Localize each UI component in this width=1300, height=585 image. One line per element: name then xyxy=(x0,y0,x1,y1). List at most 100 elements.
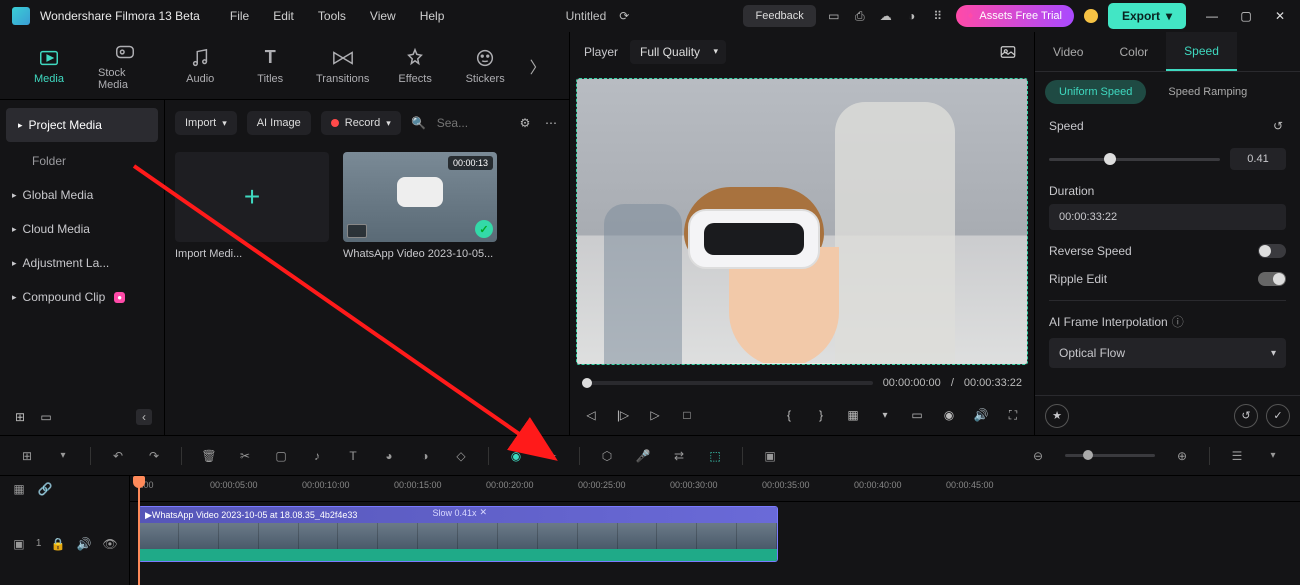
ai-icon[interactable]: ◉ xyxy=(507,447,525,465)
keyframe-icon[interactable]: ◇ xyxy=(452,447,470,465)
tl-chevron-icon[interactable]: ▾ xyxy=(54,447,72,465)
sidebar-project-media[interactable]: ▸ Project Media xyxy=(6,108,158,142)
tl-menu-icon[interactable]: ⊞ xyxy=(18,447,36,465)
headphone-icon[interactable]: ◑ xyxy=(904,8,920,24)
enhance-icon[interactable]: ✦ xyxy=(543,447,561,465)
display-icon[interactable]: ▭ xyxy=(908,406,926,424)
reset-button[interactable]: ↺ xyxy=(1234,404,1258,428)
ripple-toggle[interactable] xyxy=(1258,272,1286,286)
mic-icon[interactable]: 🎤 xyxy=(634,447,652,465)
coin-icon[interactable] xyxy=(1084,9,1098,23)
history-icon[interactable]: ⟳ xyxy=(616,8,632,24)
video-track-icon[interactable]: ▣ xyxy=(10,535,28,553)
import-media-card[interactable]: + Import Medi... xyxy=(175,152,329,260)
import-button[interactable]: Import ▾ xyxy=(175,111,237,135)
camera-icon[interactable]: ◉ xyxy=(940,406,958,424)
new-folder-icon[interactable]: ⊞ xyxy=(12,409,28,425)
more-icon[interactable]: ⋯ xyxy=(543,115,559,131)
color-icon[interactable]: ◑ xyxy=(416,447,434,465)
music-icon[interactable]: ♪ xyxy=(308,447,326,465)
volume-icon[interactable]: 🔊 xyxy=(972,406,990,424)
reverse-toggle[interactable] xyxy=(1258,244,1286,258)
speed-slider[interactable] xyxy=(1049,158,1220,161)
eye-icon[interactable]: 👁 xyxy=(101,535,119,553)
collapse-icon[interactable]: ‹ xyxy=(136,409,152,425)
preview-viewport[interactable] xyxy=(576,78,1028,365)
export-button[interactable]: Export ▾ xyxy=(1108,3,1186,29)
menu-tools[interactable]: Tools xyxy=(308,5,356,27)
tab-media[interactable]: Media xyxy=(20,43,78,89)
tab-audio[interactable]: Audio xyxy=(171,43,229,89)
close-button[interactable]: ✕ xyxy=(1272,8,1288,24)
video-media-card[interactable]: 00:00:13 ✓ WhatsApp Video 2023-10-05... xyxy=(343,152,497,260)
tab-stock[interactable]: Stock Media xyxy=(90,37,159,95)
tab-transitions[interactable]: Transitions xyxy=(311,43,374,89)
fullscreen-icon[interactable]: ⛶ xyxy=(1004,406,1022,424)
zoom-slider[interactable] xyxy=(1065,454,1155,457)
cloud-icon[interactable]: ☁ xyxy=(878,8,894,24)
play-icon[interactable]: ▷ xyxy=(646,406,664,424)
search-icon[interactable]: 🔍 xyxy=(411,115,427,131)
help-icon[interactable]: ⓘ xyxy=(1172,313,1184,330)
ok-button[interactable]: ✓ xyxy=(1266,404,1290,428)
tab-titles[interactable]: T Titles xyxy=(241,43,299,89)
text-icon[interactable]: T xyxy=(344,447,362,465)
split-icon[interactable]: ✂ xyxy=(236,447,254,465)
ratio-icon[interactable]: ▦ xyxy=(844,406,862,424)
redo-icon[interactable]: ↷ xyxy=(145,447,163,465)
save-preset-button[interactable]: ★ xyxy=(1045,404,1069,428)
subtab-ramping[interactable]: Speed Ramping xyxy=(1154,80,1261,104)
tab-stickers[interactable]: Stickers xyxy=(456,43,514,89)
delete-icon[interactable]: 🗑 xyxy=(200,447,218,465)
menu-edit[interactable]: Edit xyxy=(263,5,304,27)
device-icon[interactable]: ▭ xyxy=(826,8,842,24)
crop-icon[interactable]: ▢ xyxy=(272,447,290,465)
zoom-in-icon[interactable]: ⊕ xyxy=(1173,447,1191,465)
mark-in-icon[interactable]: { xyxy=(780,406,798,424)
duration-value[interactable]: 00:00:33:22 xyxy=(1049,204,1286,230)
chevron-down-icon[interactable]: ▾ xyxy=(876,406,894,424)
mute-icon[interactable]: 🔊 xyxy=(75,535,93,553)
rp-tab-video[interactable]: Video xyxy=(1035,32,1101,71)
sidebar-compound[interactable]: ▸Compound Clip● xyxy=(0,280,164,314)
lock-icon[interactable]: 🔒 xyxy=(49,535,67,553)
rp-tab-color[interactable]: Color xyxy=(1101,32,1166,71)
link-track-icon[interactable]: 🔗 xyxy=(36,480,54,498)
list-icon[interactable]: ☰ xyxy=(1228,447,1246,465)
menu-help[interactable]: Help xyxy=(410,5,455,27)
playhead[interactable] xyxy=(138,476,140,585)
render-icon[interactable]: ▣ xyxy=(761,447,779,465)
save-icon[interactable]: ⎙ xyxy=(852,8,868,24)
step-back-icon[interactable]: |▷ xyxy=(614,406,632,424)
marker-icon[interactable]: ⬡ xyxy=(598,447,616,465)
snapshot-icon[interactable] xyxy=(996,40,1020,64)
tabs-more-button[interactable]: 〉 xyxy=(526,53,549,79)
zoom-out-icon[interactable]: ⊖ xyxy=(1029,447,1047,465)
prev-icon[interactable]: ◁ xyxy=(582,406,600,424)
track-icon[interactable]: ▦ xyxy=(10,480,28,498)
speed-icon[interactable]: ◕ xyxy=(380,447,398,465)
subtab-uniform[interactable]: Uniform Speed xyxy=(1045,80,1146,104)
tl-chevron2-icon[interactable]: ▾ xyxy=(1264,447,1282,465)
folder-icon[interactable]: ▭ xyxy=(38,409,54,425)
assets-trial-button[interactable]: ♦ Assets Free Trial xyxy=(956,5,1074,27)
quality-dropdown[interactable]: Full Quality ▾ xyxy=(630,40,726,64)
timeline-ruler[interactable]: 0:00 00:00:05:00 00:00:10:00 00:00:15:00… xyxy=(130,476,1300,502)
link-icon[interactable]: ⬚ xyxy=(706,447,724,465)
stop-icon[interactable]: □ xyxy=(678,406,696,424)
minimize-button[interactable]: — xyxy=(1204,8,1220,24)
undo-icon[interactable]: ↶ xyxy=(109,447,127,465)
sidebar-folder[interactable]: Folder xyxy=(0,144,164,178)
record-button[interactable]: Record ▾ xyxy=(321,111,401,135)
sidebar-global-media[interactable]: ▸Global Media xyxy=(0,178,164,212)
sidebar-cloud-media[interactable]: ▸Cloud Media xyxy=(0,212,164,246)
sidebar-adjustment[interactable]: ▸Adjustment La... xyxy=(0,246,164,280)
menu-view[interactable]: View xyxy=(360,5,406,27)
apps-icon[interactable]: ⠿ xyxy=(930,8,946,24)
filter-icon[interactable]: ⚙ xyxy=(517,115,533,131)
ai-image-button[interactable]: AI Image xyxy=(247,111,311,135)
mixer-icon[interactable]: ⇄ xyxy=(670,447,688,465)
reset-icon[interactable]: ↺ xyxy=(1270,118,1286,134)
mark-out-icon[interactable]: } xyxy=(812,406,830,424)
ai-interp-select[interactable]: Optical Flow ▾ xyxy=(1049,338,1286,368)
